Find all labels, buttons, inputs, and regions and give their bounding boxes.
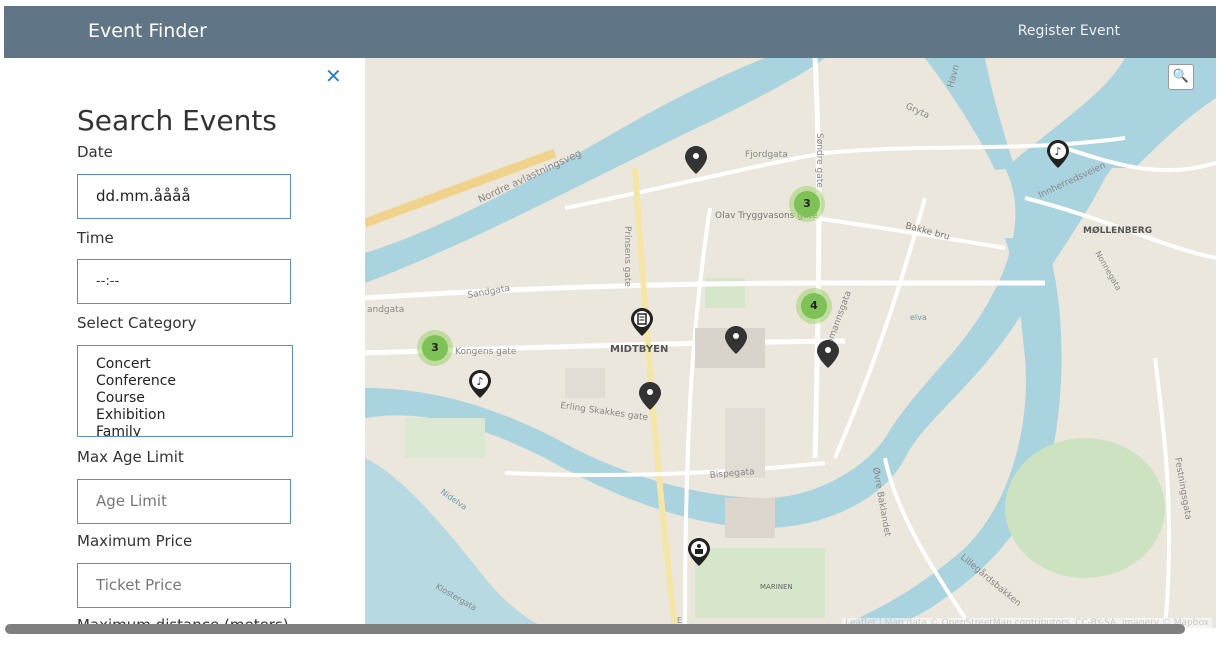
ticket-price-input[interactable]: Ticket Price [77, 563, 291, 608]
map-label: Prinsens gate [622, 226, 632, 287]
category-option[interactable]: Course [96, 390, 292, 407]
map-pin-icon[interactable] [639, 382, 661, 410]
event-cluster-marker[interactable]: 3 [789, 186, 825, 222]
map-label: Kongens gate [455, 347, 517, 357]
category-option[interactable]: Exhibition [96, 407, 292, 424]
age-limit-input[interactable]: Age Limit [77, 479, 291, 524]
map-label: Nidelva [439, 487, 469, 512]
horizontal-scrollbar[interactable] [5, 624, 1185, 634]
map-label: MARINEN [760, 583, 793, 591]
map-label: Festningsgata [1172, 457, 1193, 521]
map-label: Sandgata [467, 284, 511, 301]
time-label: Time [77, 229, 114, 247]
map-label: Nonnegata [1093, 250, 1123, 293]
search-sidebar: ✕ Search Events Date dd.mm.åååå Time --:… [4, 58, 365, 628]
map-label: Bispegata [709, 467, 755, 481]
cluster-count: 3 [422, 335, 448, 361]
svg-text:♪: ♪ [477, 375, 484, 388]
category-option[interactable]: Concert [96, 356, 292, 373]
age-label: Max Age Limit [77, 448, 184, 466]
family-event-icon[interactable] [688, 538, 710, 566]
map-search-button[interactable]: 🔍 [1168, 64, 1194, 90]
document-event-icon[interactable] [631, 308, 653, 336]
map-label: MØLLENBERG [1083, 225, 1152, 236]
map-tiles: Nordre avlastningsveg Fjordgata Søndre g… [365, 58, 1216, 628]
event-map[interactable]: Nordre avlastningsveg Fjordgata Søndre g… [365, 58, 1216, 628]
event-cluster-marker[interactable]: 4 [796, 288, 832, 324]
map-label: Erling Skakkes gate [560, 401, 649, 423]
music-event-icon[interactable]: ♪ [469, 370, 491, 398]
map-pin-icon[interactable] [685, 146, 707, 174]
close-icon[interactable]: ✕ [325, 64, 342, 88]
map-label: andgata [367, 305, 404, 315]
map-label: MIDTBYEN [610, 344, 668, 355]
price-label: Maximum Price [77, 532, 193, 550]
map-pin-icon[interactable] [725, 326, 747, 354]
category-select[interactable]: Concert Conference Course Exhibition Fam… [77, 345, 293, 437]
map-label: Fjordgata [745, 150, 788, 160]
svg-text:♪: ♪ [1055, 145, 1062, 158]
map-label: Bakke bru [904, 221, 950, 242]
category-label: Select Category [77, 314, 197, 332]
top-navbar: Event Finder Register Event [4, 6, 1216, 58]
event-cluster-marker[interactable]: 3 [417, 330, 453, 366]
app-title[interactable]: Event Finder [88, 20, 207, 42]
map-pin-icon[interactable] [817, 340, 839, 368]
map-label: Søndre gate [814, 133, 824, 188]
search-icon: 🔍 [1172, 69, 1190, 84]
time-input[interactable]: --:-- [77, 259, 291, 304]
map-label: Gryta [904, 102, 931, 122]
date-input[interactable]: dd.mm.åååå [77, 174, 291, 219]
music-event-icon[interactable]: ♪ [1047, 140, 1069, 168]
map-label: elva [910, 313, 927, 322]
sidebar-title: Search Events [77, 104, 277, 137]
register-event-link[interactable]: Register Event [1018, 23, 1120, 39]
cluster-count: 3 [794, 191, 820, 217]
category-option[interactable]: Conference [96, 373, 292, 390]
date-label: Date [77, 143, 113, 161]
cluster-count: 4 [801, 293, 827, 319]
category-option[interactable]: Family [96, 424, 292, 436]
